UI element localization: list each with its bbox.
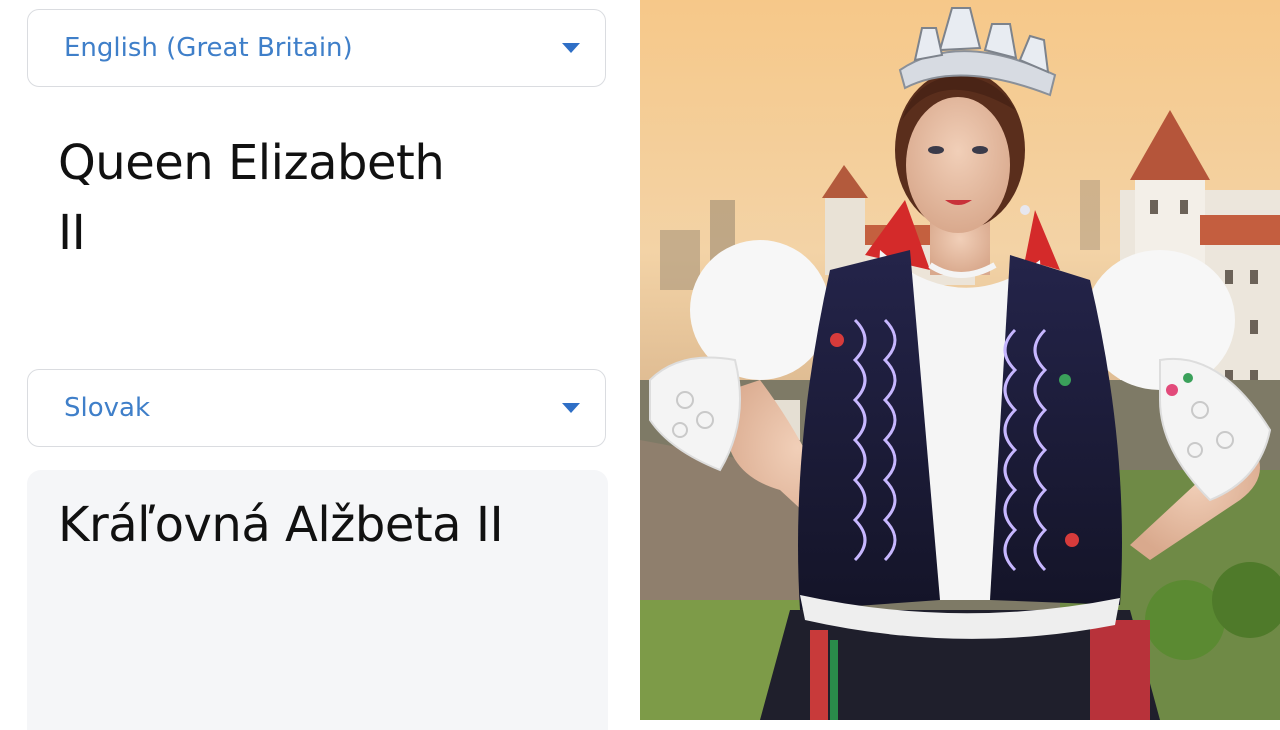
queen-in-slovak-costume-photo [640, 0, 1280, 720]
source-text[interactable]: Queen Elizabeth II [58, 128, 528, 268]
chevron-down-icon[interactable] [562, 43, 580, 53]
target-language-label: Slovak [64, 393, 151, 423]
translated-text: Kráľovná Alžbeta II [58, 497, 504, 553]
chevron-down-icon[interactable] [562, 403, 580, 413]
translator-panel: English (Great Britain) Queen Elizabeth … [0, 0, 640, 730]
translation-output-box: Kráľovná Alžbeta II [27, 470, 608, 730]
source-language-select[interactable]: English (Great Britain) [27, 9, 606, 87]
source-language-label: English (Great Britain) [64, 33, 353, 63]
target-language-select[interactable]: Slovak [27, 369, 606, 447]
